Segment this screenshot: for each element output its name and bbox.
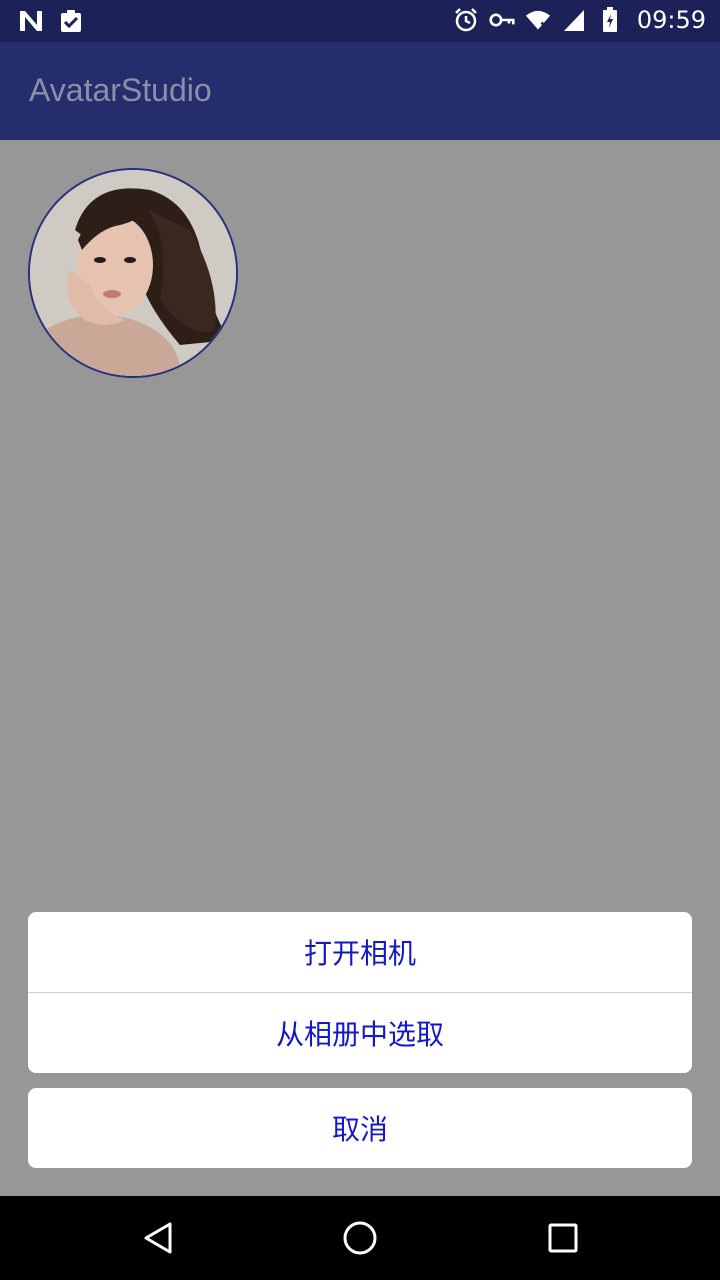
cancel-button[interactable]: 取消	[28, 1088, 692, 1168]
avatar-image[interactable]	[28, 168, 238, 378]
app-title: AvatarStudio	[29, 72, 212, 108]
vpn-key-icon	[489, 7, 515, 33]
action-sheet-cancel-group: 取消	[28, 1088, 692, 1168]
alarm-icon	[453, 7, 479, 33]
battery-charging-icon	[597, 7, 623, 33]
open-camera-button[interactable]: 打开相机	[28, 912, 692, 992]
content-area[interactable]: 打开相机 从相册中选取 取消	[0, 140, 720, 1196]
status-time: 09:59	[636, 6, 706, 34]
portrait-avatar	[30, 170, 236, 376]
action-sheet-options: 打开相机 从相册中选取	[28, 912, 692, 1073]
clipboard-check-icon	[58, 8, 84, 34]
app-bar: AvatarStudio	[0, 42, 720, 140]
signal-icon	[561, 7, 587, 33]
status-bar: 09:59	[0, 0, 720, 42]
back-triangle-icon[interactable]	[140, 1218, 180, 1258]
recents-square-icon[interactable]	[543, 1218, 583, 1258]
navigation-bar	[0, 1196, 720, 1280]
home-circle-icon[interactable]	[340, 1218, 380, 1258]
n-notification-icon	[18, 8, 44, 34]
choose-from-album-button[interactable]: 从相册中选取	[28, 993, 692, 1073]
wifi-icon	[525, 7, 551, 33]
